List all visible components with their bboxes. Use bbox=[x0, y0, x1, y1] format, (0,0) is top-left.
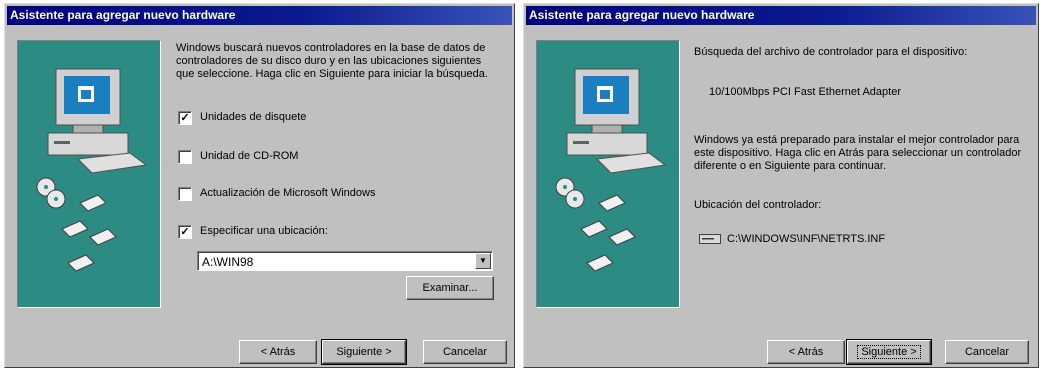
checkmark-icon[interactable]: ✓ bbox=[178, 225, 192, 239]
title-bar: Asistente para agregar nuevo hardware bbox=[526, 6, 1036, 25]
checkbox-label: Especificar una ubicación: bbox=[200, 225, 328, 237]
search-description: Windows buscará nuevos controladores en … bbox=[176, 42, 488, 80]
title-bar: Asistente para agregar nuevo hardware bbox=[7, 6, 512, 25]
checkbox-label: Actualización de Microsoft Windows bbox=[200, 187, 376, 199]
driver-path: C:\WINDOWS\INF\NETRTS.INF bbox=[727, 233, 886, 245]
checkbox-specify-location[interactable]: ✓ Especificar una ubicación: bbox=[178, 225, 398, 239]
ready-text: Windows ya está preparado para instalar … bbox=[694, 134, 1022, 172]
back-button[interactable]: < Atrás bbox=[767, 340, 845, 364]
checkmark-icon[interactable]: ✓ bbox=[178, 111, 192, 125]
checkbox-windows-update[interactable]: Actualización de Microsoft Windows bbox=[178, 187, 438, 201]
location-input[interactable]: A:\WIN98 bbox=[202, 255, 253, 269]
cancel-button[interactable]: Cancelar bbox=[945, 340, 1029, 364]
checkbox-label: Unidades de disquete bbox=[200, 111, 307, 123]
add-hardware-wizard-right: Asistente para agregar nuevo hardware Bú… bbox=[523, 3, 1039, 368]
computer-illustration-icon bbox=[536, 40, 680, 308]
checkbox-cdrom[interactable]: Unidad de CD-ROM bbox=[178, 150, 378, 164]
cancel-button[interactable]: Cancelar bbox=[423, 340, 507, 364]
chevron-down-icon[interactable]: ▼ bbox=[475, 253, 491, 269]
driver-location-label: Ubicación del controlador: bbox=[694, 199, 822, 211]
checkbox-label: Unidad de CD-ROM bbox=[200, 150, 299, 162]
search-text: Búsqueda del archivo de controlador para… bbox=[694, 46, 968, 58]
location-combobox[interactable]: A:\WIN98 ▼ bbox=[197, 251, 493, 271]
next-button[interactable]: Siguiente > bbox=[321, 339, 407, 365]
device-name: 10/100Mbps PCI Fast Ethernet Adapter bbox=[709, 86, 902, 98]
checkbox-floppy[interactable]: ✓ Unidades de disquete bbox=[178, 111, 378, 125]
back-button[interactable]: < Atrás bbox=[239, 340, 317, 364]
next-button[interactable]: Siguiente > bbox=[846, 339, 932, 365]
add-hardware-wizard-left: Asistente para agregar nuevo hardware Wi… bbox=[4, 3, 515, 368]
computer-illustration-icon bbox=[17, 40, 161, 308]
disk-drive-icon bbox=[699, 234, 721, 244]
browse-button[interactable]: Examinar... bbox=[406, 276, 494, 300]
